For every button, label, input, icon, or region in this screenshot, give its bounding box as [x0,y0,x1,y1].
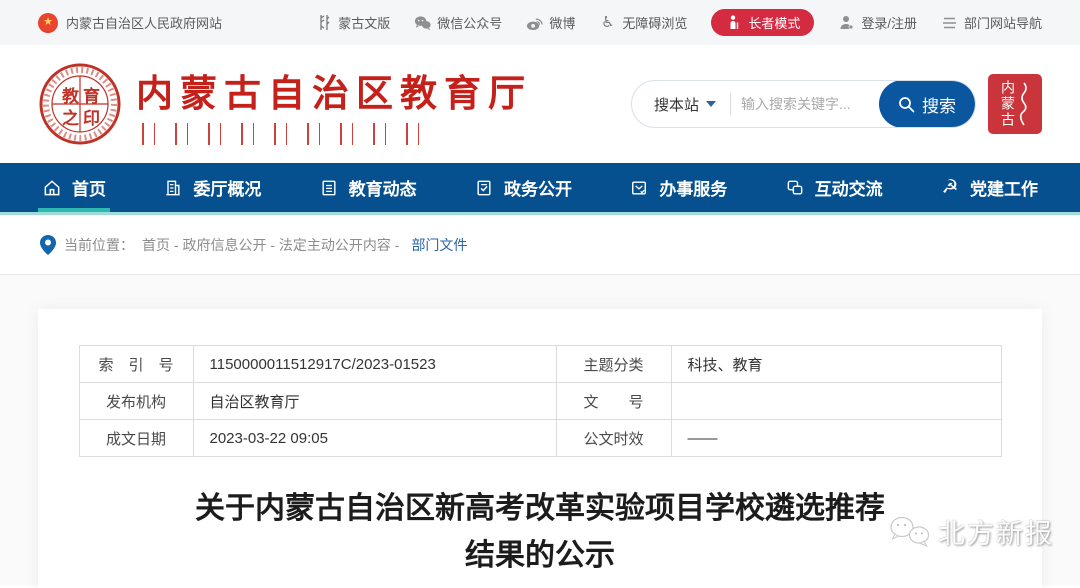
home-icon [42,178,62,198]
nav-item-home[interactable]: 首页 [40,163,108,212]
site-logo-group[interactable]: 教 育 之 印 内蒙古自治区教育厅 [38,62,532,146]
nav-item-education-news[interactable]: 教育动态 [317,163,419,212]
dept-site-nav-link[interactable]: 部门网站导航 [941,13,1042,32]
svg-text:育: 育 [83,86,100,107]
meta-label-index-no: 索 引 号 [79,346,193,383]
breadcrumb-label: 当前位置： [64,235,134,255]
document-title: 关于内蒙古自治区新高考改革实验项目学校遴选推荐结果的公示 [190,485,890,579]
meta-value-topic: 科技、教育 [671,346,1001,383]
document-meta-table: 索 引 号 1150000011512917C/2023-01523 主题分类 … [79,345,1002,457]
breadcrumb: 当前位置： 首页 - 政府信息公开 - 法定主动公开内容 - 部门文件 [0,215,1080,275]
user-icon [838,14,855,31]
meta-label-topic: 主题分类 [556,346,671,383]
accessibility-link[interactable]: ♿ 无障碍浏览 [599,13,687,32]
elder-mode-button[interactable]: 长者模式 [711,9,814,36]
meta-value-validity: —— [671,420,1001,457]
search-input[interactable] [731,96,879,112]
svg-text:之: 之 [62,108,79,129]
location-pin-icon [40,235,56,255]
nav-item-services[interactable]: 办事服务 [627,163,729,212]
content-area: 索 引 号 1150000011512917C/2023-01523 主题分类 … [0,275,1080,585]
topbar-links: 蒙古文版 微信公众号 微博 ♿ 无障碍浏览 长者模式 [315,9,1042,36]
meta-value-doc-no [671,383,1001,420]
meta-label-validity: 公文时效 [556,420,671,457]
doc-check-icon [474,178,494,198]
meta-label-date: 成文日期 [79,420,193,457]
gov-portal-link[interactable]: ★ 内蒙古自治区人民政府网站 [38,13,222,33]
nav-item-overview[interactable]: 委厅概况 [161,163,263,212]
wechat-official-link[interactable]: 微信公众号 [414,13,502,32]
table-row: 发布机构 自治区教育厅 文 号 [79,383,1001,420]
party-emblem-icon: ☭ [940,178,960,198]
chevron-down-icon [706,101,716,107]
nav-item-interaction[interactable]: 互动交流 [783,163,885,212]
menu-lines-icon [941,14,958,31]
svg-text:教: 教 [61,86,80,107]
breadcrumb-current[interactable]: 部门文件 [411,235,467,255]
education-dept-seal-logo: 教 育 之 印 [38,62,122,146]
search-area: 搜本站 搜索 内蒙古 [631,74,1042,134]
elder-person-icon [725,14,742,31]
search-bar: 搜本站 搜索 [631,80,976,128]
search-icon [898,96,915,113]
login-register-link[interactable]: 登录/注册 [838,13,917,32]
meta-value-date: 2023-03-22 09:05 [193,420,556,457]
stamp-text: 内蒙古 [1000,80,1014,128]
svg-text:印: 印 [83,109,100,129]
table-row: 成文日期 2023-03-22 09:05 公文时效 —— [79,420,1001,457]
weibo-link[interactable]: 微博 [526,13,575,32]
meta-value-index-no: 1150000011512917C/2023-01523 [193,346,556,383]
chat-bubbles-icon [785,178,805,198]
doc-list-icon [319,178,339,198]
breadcrumb-trail-links[interactable]: 首页 - 政府信息公开 - 法定主动公开内容 - [142,235,399,255]
meta-label-doc-no: 文 号 [556,383,671,420]
site-header: 教 育 之 印 内蒙古自治区教育厅 搜本站 搜索 内蒙古 [0,45,1080,163]
search-scope-dropdown[interactable]: 搜本站 [632,94,730,115]
meta-label-publisher: 发布机构 [79,383,193,420]
gov-portal-label: 内蒙古自治区人民政府网站 [66,13,222,32]
nav-item-party-building[interactable]: ☭ 党建工作 [938,163,1040,212]
national-emblem-icon: ★ [38,13,58,33]
search-button[interactable]: 搜索 [879,80,975,128]
weibo-icon [526,14,543,31]
site-title-block: 内蒙古自治区教育厅 [136,63,532,145]
mongolian-subtitle [142,123,434,145]
document-card: 索 引 号 1150000011512917C/2023-01523 主题分类 … [38,309,1042,588]
main-navigation: 首页 委厅概况 教育动态 政务公开 办事服务 互动交流 ☭ 党建工作 [0,163,1080,215]
top-utility-bar: ★ 内蒙古自治区人民政府网站 蒙古文版 微信公众号 微博 ♿ 无障碍浏览 [0,0,1080,45]
accessibility-icon: ♿ [599,14,616,31]
mongolian-script-icon [315,14,332,31]
service-check-icon [629,178,649,198]
red-seal-stamp: 内蒙古 [988,74,1042,134]
mongolian-version-link[interactable]: 蒙古文版 [315,13,390,32]
nav-item-gov-affairs[interactable]: 政务公开 [472,163,574,212]
table-row: 索 引 号 1150000011512917C/2023-01523 主题分类 … [79,346,1001,383]
building-icon [163,178,183,198]
stamp-mongolian-script [1018,81,1030,127]
wechat-icon [414,14,431,31]
meta-value-publisher: 自治区教育厅 [193,383,556,420]
site-title: 内蒙古自治区教育厅 [136,63,532,117]
